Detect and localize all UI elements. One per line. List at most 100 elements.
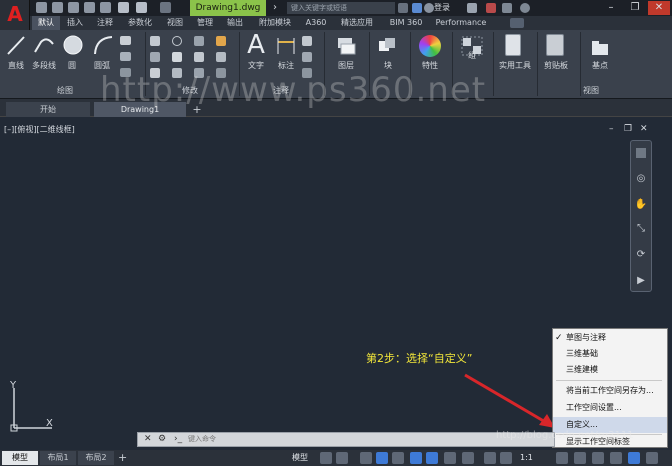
tab-performance[interactable]: Performance <box>432 16 490 30</box>
properties-icon[interactable] <box>419 35 441 57</box>
search-expand-icon[interactable]: › <box>273 2 283 14</box>
tab-layout2[interactable]: 布局2 <box>78 451 114 465</box>
tab-bim360[interactable]: BIM 360 <box>384 16 428 30</box>
tab-manage[interactable]: 管理 <box>192 16 218 30</box>
clean-screen-icon[interactable] <box>646 452 658 464</box>
tab-view[interactable]: 视图 <box>162 16 188 30</box>
steering-wheel-icon[interactable]: ◎ <box>632 172 650 186</box>
base-point-icon[interactable] <box>590 38 610 56</box>
command-prompt-icon[interactable]: ›_ <box>174 434 184 445</box>
lineweight-icon[interactable] <box>444 452 456 464</box>
trim-icon[interactable] <box>194 36 204 46</box>
hardware-acceleration-icon[interactable] <box>628 452 640 464</box>
polyline-icon[interactable] <box>33 34 55 56</box>
group-draw-label[interactable]: 绘图 <box>40 85 90 97</box>
mirror-icon[interactable] <box>172 52 182 62</box>
tab-insert[interactable]: 插入 <box>62 16 88 30</box>
leader-icon[interactable] <box>302 36 312 46</box>
rectangle-icon[interactable] <box>120 36 131 45</box>
viewport-controls[interactable]: [–][俯视][二维线框] <box>4 124 75 135</box>
menu-item-drafting-annotation[interactable]: 草图与注释 <box>553 330 667 346</box>
annotation-monitor-icon[interactable] <box>574 452 586 464</box>
viewcube-icon[interactable] <box>632 146 650 160</box>
command-settings-icon[interactable]: ⚙ <box>158 434 168 445</box>
grid-icon[interactable] <box>320 452 332 464</box>
close-icon[interactable]: ✕ <box>648 1 670 15</box>
dimension-icon[interactable] <box>276 36 296 56</box>
block-icon[interactable] <box>377 36 399 56</box>
tab-parametric[interactable]: 参数化 <box>122 16 158 30</box>
group-view-label[interactable]: 视图 <box>571 85 611 97</box>
tab-default[interactable]: 默认 <box>32 16 60 30</box>
auto-scale-icon[interactable] <box>500 452 512 464</box>
orbit-icon[interactable]: ⟳ <box>632 248 650 262</box>
save-as-icon[interactable] <box>84 2 95 13</box>
ribbon-minimize-icon[interactable] <box>510 18 524 28</box>
object-snap-tracking-icon[interactable] <box>410 452 422 464</box>
text-tool-icon[interactable]: A <box>245 32 267 58</box>
copy-icon[interactable] <box>150 52 160 62</box>
command-input[interactable]: 键入命令 <box>188 433 548 446</box>
isolate-objects-icon[interactable] <box>610 452 622 464</box>
layers-icon[interactable] <box>335 36 357 56</box>
tab-annotate[interactable]: 注释 <box>92 16 118 30</box>
connect-icon[interactable] <box>502 3 512 13</box>
workspace-switch-icon[interactable] <box>160 2 171 13</box>
tab-model[interactable]: 模型 <box>2 451 38 465</box>
viewport-restore-icon[interactable]: ❐ <box>624 124 634 134</box>
login-link[interactable]: 登录 <box>434 0 450 16</box>
annotation-visibility-icon[interactable] <box>484 452 496 464</box>
hatch-icon[interactable] <box>120 52 131 61</box>
application-menu-button[interactable]: A <box>0 0 30 30</box>
open-file-icon[interactable] <box>52 2 63 13</box>
pan-icon[interactable]: ✋ <box>632 198 650 212</box>
zoom-icon[interactable]: ⤡ <box>632 222 650 236</box>
clipboard-icon[interactable] <box>546 34 564 56</box>
move-icon[interactable] <box>150 36 160 46</box>
viewport-close-icon[interactable]: ✕ <box>640 124 650 134</box>
model-space-button[interactable]: 模型 <box>292 452 308 464</box>
polar-icon[interactable] <box>376 452 388 464</box>
snap-icon[interactable] <box>336 452 348 464</box>
rotate-icon[interactable] <box>172 36 182 46</box>
minimize-icon[interactable]: – <box>600 1 622 15</box>
fillet-icon[interactable] <box>194 52 204 62</box>
redo-icon[interactable] <box>136 2 147 13</box>
undo-icon[interactable] <box>118 2 129 13</box>
search-input[interactable]: 键入关键字或短语 <box>287 2 395 14</box>
menu-item-3d-modeling[interactable]: 三维建模 <box>553 362 667 378</box>
object-snap-icon[interactable] <box>426 452 438 464</box>
viewport-minimize-icon[interactable]: – <box>609 124 619 134</box>
help-icon[interactable] <box>520 3 530 13</box>
tab-featured-apps[interactable]: 精选应用 <box>334 16 380 30</box>
erase-icon[interactable] <box>216 36 226 46</box>
dropdown-arrow-icon[interactable] <box>467 3 477 13</box>
tab-a360[interactable]: A360 <box>302 16 330 30</box>
menu-item-3d-basics[interactable]: 三维基础 <box>553 346 667 362</box>
arc-icon[interactable] <box>92 34 114 56</box>
command-close-icon[interactable]: ✕ <box>144 434 154 445</box>
utilities-icon[interactable] <box>505 34 521 56</box>
print-icon[interactable] <box>100 2 111 13</box>
search-icon[interactable] <box>398 3 408 13</box>
ortho-icon[interactable] <box>360 452 372 464</box>
isodraft-icon[interactable] <box>392 452 404 464</box>
menu-item-save-workspace-as[interactable]: 将当前工作空间另存为... <box>553 383 667 399</box>
tab-layout1[interactable]: 布局1 <box>40 451 76 465</box>
subscription-icon[interactable] <box>412 3 422 13</box>
units-icon[interactable] <box>592 452 604 464</box>
restore-icon[interactable]: ❐ <box>624 1 646 15</box>
workspace-gear-icon[interactable] <box>556 452 568 464</box>
showmotion-icon[interactable]: ▶ <box>632 274 650 288</box>
save-icon[interactable] <box>68 2 79 13</box>
tab-output[interactable]: 输出 <box>222 16 248 30</box>
tab-addins[interactable]: 附加模块 <box>252 16 298 30</box>
circle-icon[interactable] <box>62 34 84 56</box>
new-file-icon[interactable] <box>36 2 47 13</box>
add-layout-plus-icon[interactable]: + <box>118 451 130 465</box>
explode-icon[interactable] <box>216 52 226 62</box>
line-icon[interactable] <box>6 34 26 56</box>
table-icon[interactable] <box>302 52 312 62</box>
exchange-icon[interactable] <box>486 3 496 13</box>
menu-item-workspace-settings[interactable]: 工作空间设置... <box>553 400 667 416</box>
